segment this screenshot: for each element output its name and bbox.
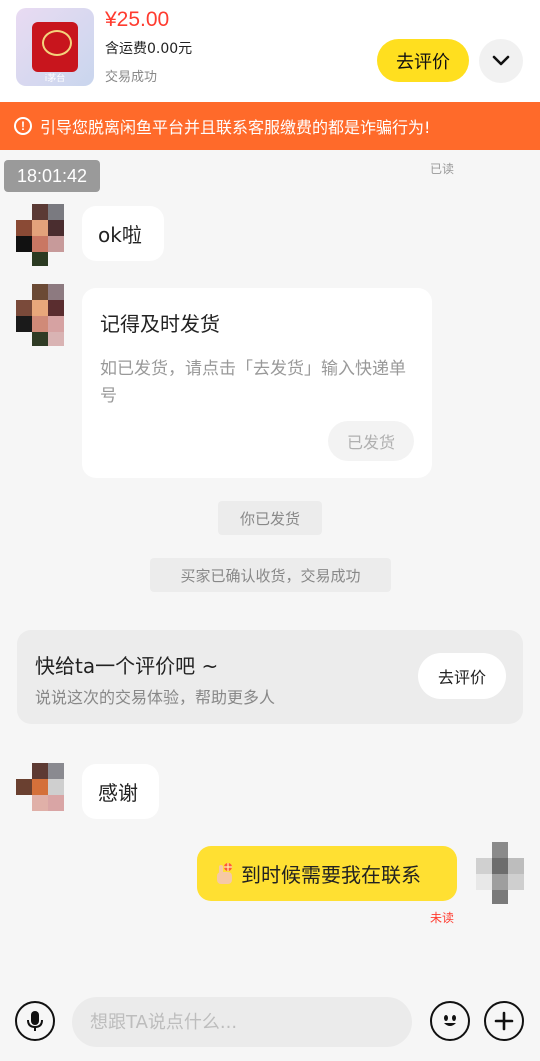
seller-avatar[interactable]	[16, 284, 64, 346]
system-message: 你已发货	[218, 501, 322, 535]
my-avatar[interactable]	[476, 842, 524, 904]
voice-button[interactable]	[15, 1001, 55, 1041]
shipping-reminder-card: 记得及时发货 如已发货，请点击「去发货」输入快递单号 已发货	[82, 288, 432, 478]
trade-status: 交易成功	[105, 70, 158, 85]
seller-avatar[interactable]	[16, 204, 64, 266]
product-header[interactable]: i茅台 ¥25.00 含运费0.00元 交易成功 去评价	[0, 0, 540, 102]
product-price: ¥25.00	[105, 8, 170, 31]
product-image	[32, 22, 78, 72]
system-message: 买家已确认收货，交易成功	[150, 558, 391, 592]
fraud-warning-banner: ! 引导您脱离闲鱼平台并且联系客服缴费的都是诈骗行为!	[0, 102, 540, 150]
more-options-button[interactable]	[484, 1001, 524, 1041]
review-button[interactable]: 去评价	[377, 39, 469, 82]
product-thumbnail[interactable]: i茅台	[16, 8, 94, 86]
plus-icon	[494, 1011, 514, 1031]
message-bubble: 感谢	[82, 764, 159, 819]
message-input[interactable]	[72, 997, 412, 1047]
smiley-icon	[444, 1015, 456, 1026]
shipped-button[interactable]: 已发货	[328, 421, 414, 461]
warning-text: 引导您脱离闲鱼平台并且联系客服缴费的都是诈骗行为!	[40, 118, 431, 137]
rating-title: 快给ta一个评价吧 ~	[35, 654, 219, 678]
card-title: 记得及时发货	[100, 312, 220, 336]
thumbnail-caption: i茅台	[44, 74, 66, 84]
read-status: 已读	[430, 162, 455, 176]
unread-status: 未读	[430, 911, 455, 925]
message-bubble: ok啦	[82, 206, 164, 261]
my-message-text: 到时候需要我在联系	[241, 863, 421, 887]
timestamp: 18:01:42	[4, 160, 100, 192]
warning-icon: !	[14, 117, 32, 135]
expand-button[interactable]	[479, 39, 523, 83]
rate-button[interactable]: 去评价	[418, 653, 506, 699]
hand-emoji-icon	[211, 861, 237, 887]
my-message-bubble: 到时候需要我在联系	[197, 846, 457, 901]
rating-prompt-card: 快给ta一个评价吧 ~ 说说这次的交易体验，帮助更多人 去评价	[17, 630, 523, 724]
seller-avatar[interactable]	[16, 763, 64, 825]
emoji-button[interactable]	[430, 1001, 470, 1041]
message-input-bar	[0, 990, 540, 1061]
microphone-icon	[27, 1011, 43, 1031]
shipping-fee: 含运费0.00元	[105, 41, 193, 57]
card-body: 如已发货，请点击「去发货」输入快递单号	[100, 359, 406, 406]
chat-screen: i茅台 ¥25.00 含运费0.00元 交易成功 去评价 ! 引导您脱离闲鱼平台…	[0, 0, 540, 1061]
chevron-down-icon	[492, 55, 510, 66]
rating-subtitle: 说说这次的交易体验，帮助更多人	[35, 688, 276, 707]
